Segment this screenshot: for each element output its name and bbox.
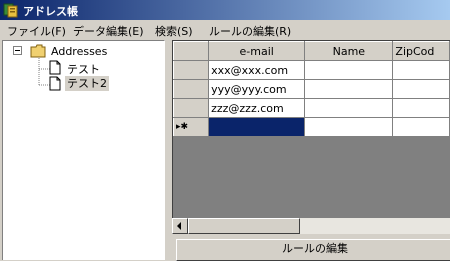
tree-root-label: Addresses bbox=[51, 45, 108, 58]
corner-header[interactable] bbox=[173, 41, 210, 61]
cell-zipcode[interactable] bbox=[392, 60, 450, 80]
address-tree[interactable]: Addresses テスト テスト2 bbox=[2, 40, 165, 260]
cell-name[interactable] bbox=[304, 98, 394, 118]
menu-edit-rules[interactable]: ルールの編集(R) bbox=[209, 23, 291, 39]
collapse-toggle-icon[interactable] bbox=[13, 46, 22, 55]
cell-zipcode[interactable] bbox=[392, 98, 450, 118]
new-row-marker[interactable]: ▸✱ bbox=[173, 117, 210, 137]
window-title: アドレス帳 bbox=[23, 5, 78, 18]
scroll-thumb[interactable] bbox=[188, 218, 300, 234]
new-row[interactable]: ▸✱ bbox=[173, 117, 450, 137]
cell-email-selected[interactable] bbox=[208, 117, 306, 137]
bottom-panel: ルールの編集 bbox=[172, 234, 450, 261]
row-selector[interactable] bbox=[173, 60, 210, 80]
horizontal-scrollbar[interactable] bbox=[172, 218, 450, 234]
title-bar[interactable]: アドレス帳 bbox=[0, 0, 450, 20]
tree-item-label: テスト bbox=[67, 63, 100, 76]
cell-email[interactable]: zzz@zzz.com bbox=[208, 98, 306, 118]
cell-name[interactable] bbox=[304, 79, 394, 99]
address-grid[interactable]: e-mail Name ZipCod xxx@xxx.com yyy@yyy.c… bbox=[172, 40, 450, 234]
edit-rules-button[interactable]: ルールの編集 bbox=[176, 239, 450, 261]
cell-name[interactable] bbox=[304, 60, 394, 80]
column-header-zipcode[interactable]: ZipCod bbox=[392, 41, 450, 61]
cell-zipcode[interactable] bbox=[392, 79, 450, 99]
folder-icon bbox=[30, 44, 46, 61]
table-row[interactable]: xxx@xxx.com bbox=[173, 60, 450, 80]
arrow-left-icon bbox=[177, 222, 181, 230]
menu-search[interactable]: 検索(S) bbox=[155, 23, 193, 39]
cell-email[interactable]: yyy@yyy.com bbox=[208, 79, 306, 99]
scroll-left-button[interactable] bbox=[172, 218, 188, 234]
menu-edit-data[interactable]: データ編集(E) bbox=[73, 23, 144, 39]
table-row[interactable]: zzz@zzz.com bbox=[173, 98, 450, 118]
row-selector[interactable] bbox=[173, 79, 210, 99]
cell-name[interactable] bbox=[304, 117, 394, 137]
menu-file[interactable]: ファイル(F) bbox=[7, 23, 66, 39]
grid-header-row: e-mail Name ZipCod bbox=[173, 41, 450, 61]
cell-email[interactable]: xxx@xxx.com bbox=[208, 60, 306, 80]
app-icon bbox=[3, 2, 19, 18]
tree-item-label: テスト2 bbox=[65, 76, 109, 91]
column-header-email[interactable]: e-mail bbox=[208, 41, 306, 61]
document-icon bbox=[49, 76, 61, 94]
grid-table: e-mail Name ZipCod xxx@xxx.com yyy@yyy.c… bbox=[173, 41, 450, 137]
cell-zipcode[interactable] bbox=[392, 117, 450, 137]
pane-splitter[interactable] bbox=[165, 40, 172, 260]
table-row[interactable]: yyy@yyy.com bbox=[173, 79, 450, 99]
menu-bar: ファイル(F) データ編集(E) 検索(S) ルールの編集(R) bbox=[0, 20, 450, 40]
row-selector[interactable] bbox=[173, 98, 210, 118]
column-header-name[interactable]: Name bbox=[304, 41, 394, 61]
